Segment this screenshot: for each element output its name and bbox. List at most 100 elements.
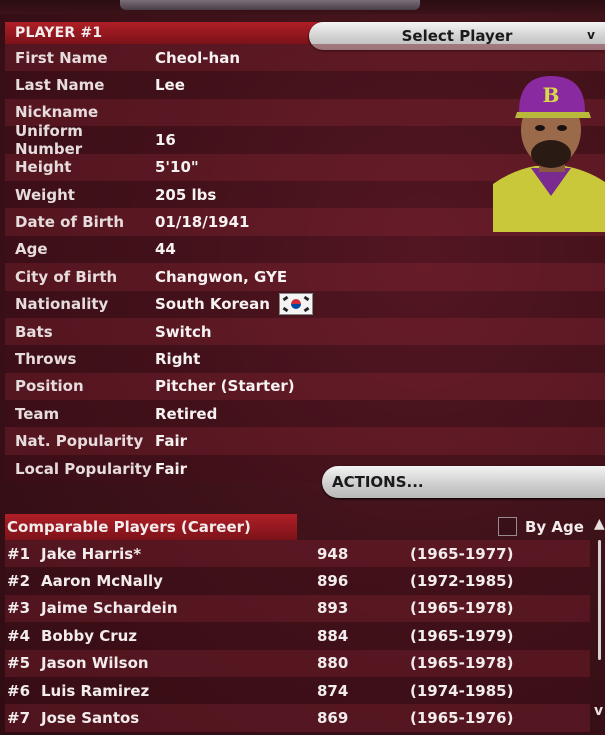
similarity-score: 893	[317, 599, 349, 618]
field-value: Lee	[155, 76, 185, 95]
field-label: Last Name	[15, 76, 105, 95]
list-item[interactable]: #5 Jason Wilson 880 (1965-1978)	[5, 649, 590, 677]
similarity-score: 874	[317, 681, 349, 700]
field-value: 16	[155, 130, 176, 149]
rank: #4	[7, 626, 31, 645]
similarity-score: 869	[317, 709, 349, 728]
beard	[531, 140, 571, 168]
similarity-score: 880	[317, 654, 349, 673]
tab-bar-edge	[120, 0, 420, 10]
flag-trigram	[303, 307, 310, 313]
list-item[interactable]: #1 Jake Harris* 948 (1965-1977)	[5, 540, 590, 568]
field-value: Right	[155, 349, 201, 368]
player-name: Jason Wilson	[41, 654, 149, 673]
field-value: Cheol-han	[155, 48, 241, 67]
field-label: Height	[15, 158, 72, 177]
field-value: 5'10"	[155, 158, 199, 177]
field-label: Age	[15, 240, 48, 259]
row-team: Team Retired	[5, 400, 605, 428]
by-age-toggle[interactable]: By Age	[498, 517, 584, 536]
flag-trigram	[282, 307, 289, 313]
field-value: Switch	[155, 322, 212, 341]
player-name: Bobby Cruz	[41, 626, 138, 645]
row-position: Position Pitcher (Starter)	[5, 372, 605, 401]
career-years: (1965-1978)	[410, 599, 514, 618]
list-item[interactable]: #6 Luis Ramirez 874 (1974-1985)	[5, 676, 590, 705]
comparable-players-list: #1 Jake Harris* 948 (1965-1977) #2 Aaron McN…	[5, 540, 590, 732]
field-label: Position	[15, 377, 84, 396]
chevron-up-icon[interactable]: ▲	[594, 516, 605, 532]
field-label: Uniform Number	[15, 121, 83, 158]
field-label: Bats	[15, 322, 53, 341]
career-years: (1972-1985)	[410, 572, 514, 591]
actions-button[interactable]: ACTIONS...	[322, 466, 605, 498]
chevron-down-icon: v	[587, 28, 595, 42]
field-label: Nationality	[15, 295, 109, 314]
flag-trigram	[282, 296, 289, 302]
field-label: Nickname	[15, 103, 99, 122]
rank: #1	[7, 544, 31, 563]
player-header-label: PLAYER #1	[15, 25, 103, 41]
career-years: (1965-1978)	[410, 654, 514, 673]
row-nationality: Nationality South Korean	[5, 290, 605, 318]
field-label: Weight	[15, 185, 75, 204]
rank: #3	[7, 599, 31, 618]
top-strip	[0, 0, 605, 14]
field-label: First Name	[15, 48, 108, 67]
field-value: 01/18/1941	[155, 213, 250, 232]
field-value: South Korean	[155, 295, 270, 314]
row-nat-popularity: Nat. Popularity Fair	[5, 427, 605, 455]
career-years: (1965-1977)	[410, 544, 514, 563]
cap-brim	[515, 112, 591, 118]
actions-label: ACTIONS...	[332, 473, 424, 491]
player-portrait-image: B	[493, 76, 605, 232]
career-years: (1974-1985)	[410, 681, 514, 700]
rank: #2	[7, 572, 31, 591]
comparable-players-title: Comparable Players (Career)	[7, 518, 251, 536]
row-age: Age 44	[5, 235, 605, 264]
field-label: City of Birth	[15, 267, 118, 286]
similarity-score: 884	[317, 626, 349, 645]
field-value: Retired	[155, 404, 218, 423]
comparable-players-header: Comparable Players (Career)	[5, 514, 297, 540]
rank: #7	[7, 709, 31, 728]
row-city-of-birth: City of Birth Changwon, GYE	[5, 263, 605, 291]
player-name: Jake Harris*	[41, 544, 142, 563]
scrollbar-thumb[interactable]	[598, 540, 601, 660]
row-first-name: First Name Cheol-han	[5, 44, 605, 72]
player-name: Luis Ramirez	[41, 681, 150, 700]
field-label: Local Popularity	[15, 459, 152, 478]
player-name: Aaron McNally	[41, 572, 163, 591]
field-label: Throws	[15, 349, 77, 368]
field-value: 44	[155, 240, 176, 259]
flag-trigram	[303, 296, 310, 302]
eye	[535, 125, 545, 131]
field-value: Fair	[155, 459, 188, 478]
row-throws: Throws Right	[5, 345, 605, 373]
list-item[interactable]: #7 Jose Santos 869 (1965-1976)	[5, 704, 590, 732]
similarity-score: 896	[317, 572, 349, 591]
player-name: Jaime Schardein	[41, 599, 178, 618]
list-item[interactable]: #2 Aaron McNally 896 (1972-1985)	[5, 567, 590, 595]
list-item[interactable]: #4 Bobby Cruz 884 (1965-1979)	[5, 622, 590, 650]
field-label: Team	[15, 404, 60, 423]
field-value: Changwon, GYE	[155, 267, 288, 286]
nationality-value-group: South Korean	[155, 293, 313, 316]
cap-logo: B	[543, 83, 560, 107]
player-portrait: B	[493, 72, 605, 232]
select-player-label: Select Player	[401, 27, 513, 45]
career-years: (1965-1976)	[410, 709, 514, 728]
player-name: Jose Santos	[41, 709, 140, 728]
flag-taeguk	[290, 299, 301, 310]
career-years: (1965-1979)	[410, 626, 514, 645]
rank: #6	[7, 681, 31, 700]
rank: #5	[7, 654, 31, 673]
field-value: 205 lbs	[155, 185, 217, 204]
similarity-score: 948	[317, 544, 349, 563]
by-age-checkbox[interactable]	[498, 517, 517, 536]
list-item[interactable]: #3 Jaime Schardein 893 (1965-1978)	[5, 594, 590, 623]
field-label: Date of Birth	[15, 213, 125, 232]
south-korea-flag-icon	[278, 293, 313, 316]
field-label: Nat. Popularity	[15, 432, 144, 451]
chevron-down-icon[interactable]: v	[594, 703, 603, 719]
